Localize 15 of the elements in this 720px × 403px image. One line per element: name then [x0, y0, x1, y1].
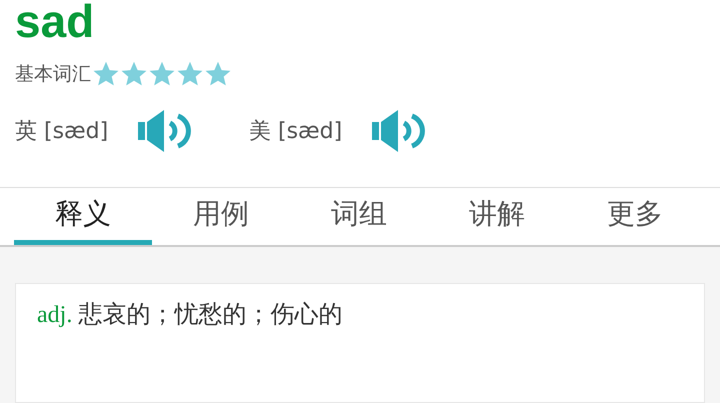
level-label: 基本词汇 [15, 62, 91, 87]
star-icon [176, 60, 204, 88]
star-icon [204, 60, 232, 88]
tab[interactable]: 更多 [566, 188, 704, 245]
word-title: sad [15, 0, 96, 46]
star-icon [148, 60, 176, 88]
tab[interactable]: 词组 [290, 188, 428, 245]
pronunciation-text: 美 [sæd] [249, 118, 342, 146]
star-icon [120, 60, 148, 88]
part-of-speech: adj. [37, 301, 72, 330]
tab[interactable]: 用例 [152, 188, 290, 245]
star-icon [92, 60, 120, 88]
definition-text: 悲哀的；忧愁的；伤心的 [78, 299, 342, 330]
pronunciation-text: 英 [sæd] [15, 118, 108, 146]
tab[interactable]: 讲解 [428, 188, 566, 245]
